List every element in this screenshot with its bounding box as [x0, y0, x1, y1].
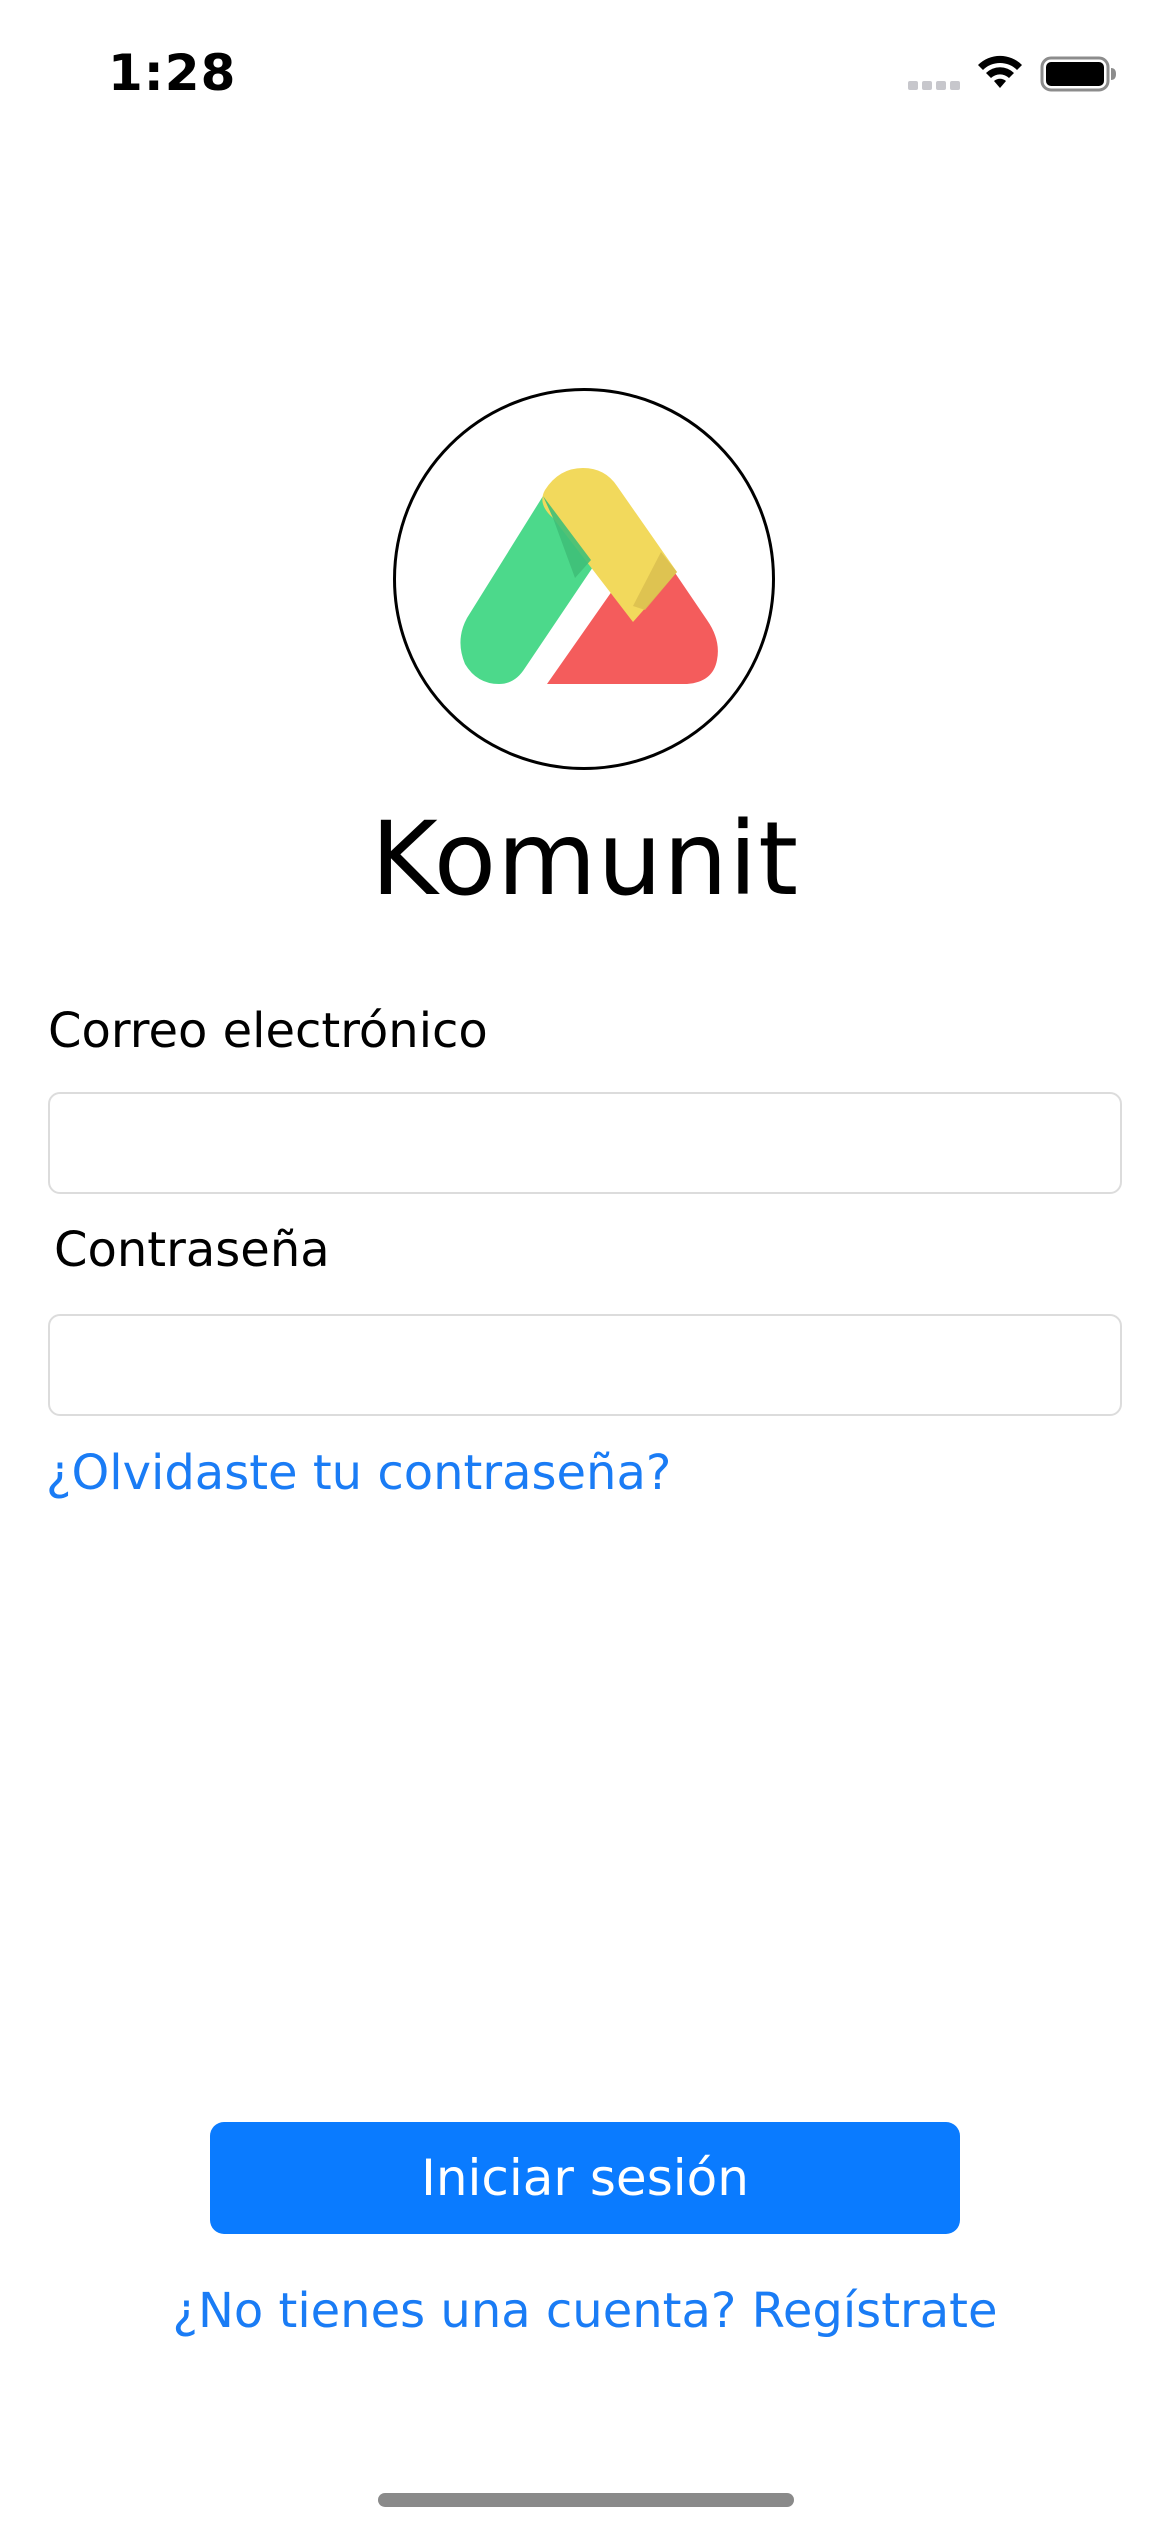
login-button[interactable]: Iniciar sesión [210, 2122, 960, 2234]
password-field[interactable] [48, 1314, 1122, 1416]
signup-link[interactable]: ¿No tienes una cuenta? Regístrate [0, 2283, 1170, 2339]
cellular-signal-icon [908, 81, 960, 90]
password-label: Contraseña [54, 1222, 330, 1278]
wifi-icon [978, 55, 1022, 88]
app-logo-icon [460, 468, 718, 684]
email-field[interactable] [48, 1092, 1122, 1194]
app-name-title: Komunit [370, 800, 800, 919]
login-screen: 1:28 Komunit Correo electrónico Contrase… [0, 0, 1170, 2532]
home-indicator[interactable] [378, 2493, 794, 2507]
forgot-password-link[interactable]: ¿Olvidaste tu contraseña? [46, 1445, 671, 1501]
battery-icon [1040, 56, 1116, 92]
status-time: 1:28 [108, 44, 237, 102]
email-label: Correo electrónico [48, 1003, 488, 1059]
